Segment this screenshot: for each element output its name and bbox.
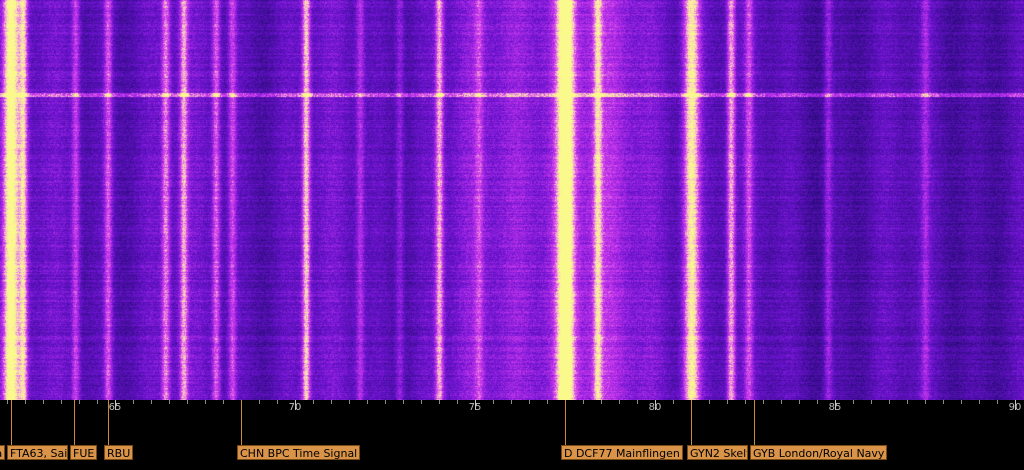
minor-tick bbox=[637, 400, 638, 404]
minor-tick bbox=[943, 400, 944, 404]
minor-tick bbox=[889, 400, 890, 404]
tick-label: 80 bbox=[648, 402, 662, 413]
minor-tick bbox=[853, 400, 854, 404]
minor-tick bbox=[871, 400, 872, 404]
minor-tick bbox=[781, 400, 782, 404]
minor-tick bbox=[205, 400, 206, 404]
minor-tick bbox=[187, 400, 188, 404]
tick-label: 85 bbox=[828, 402, 842, 413]
marker-line bbox=[691, 400, 692, 446]
minor-tick bbox=[277, 400, 278, 404]
minor-tick bbox=[511, 400, 512, 404]
minor-tick bbox=[619, 400, 620, 404]
minor-tick bbox=[709, 400, 710, 404]
minor-tick bbox=[529, 400, 530, 404]
minor-tick bbox=[331, 400, 332, 404]
minor-tick bbox=[349, 400, 350, 404]
marker-line bbox=[11, 400, 12, 446]
station-label[interactable]: RBU bbox=[104, 445, 134, 460]
marker-line bbox=[108, 400, 109, 446]
minor-tick bbox=[997, 400, 998, 404]
minor-tick bbox=[727, 400, 728, 404]
minor-tick bbox=[925, 400, 926, 404]
minor-tick bbox=[169, 400, 170, 404]
minor-tick bbox=[817, 400, 818, 404]
spectrogram-canvas[interactable] bbox=[0, 0, 1024, 400]
minor-tick bbox=[439, 400, 440, 404]
tick-label: 70 bbox=[288, 402, 302, 413]
station-label[interactable]: D DCF77 Mainflingen bbox=[561, 445, 683, 460]
station-label[interactable]: FUG La bbox=[0, 445, 5, 460]
station-label[interactable]: FTA63, Sain bbox=[7, 445, 68, 460]
minor-tick bbox=[43, 400, 44, 404]
minor-tick bbox=[493, 400, 494, 404]
minor-tick bbox=[367, 400, 368, 404]
station-label[interactable]: FUE bbox=[70, 445, 98, 460]
minor-tick bbox=[313, 400, 314, 404]
minor-tick bbox=[403, 400, 404, 404]
minor-tick bbox=[61, 400, 62, 404]
minor-tick bbox=[745, 400, 746, 404]
marker-line bbox=[241, 400, 242, 446]
minor-tick bbox=[907, 400, 908, 404]
tick-label: 65 bbox=[108, 402, 122, 413]
minor-tick bbox=[601, 400, 602, 404]
minor-tick bbox=[979, 400, 980, 404]
tick-label: 90 bbox=[1008, 402, 1022, 413]
marker-line bbox=[74, 400, 75, 446]
station-label[interactable]: GYB London/Royal Navy bbox=[750, 445, 888, 460]
minor-tick bbox=[223, 400, 224, 404]
minor-tick bbox=[133, 400, 134, 404]
marker-line bbox=[754, 400, 755, 446]
minor-tick bbox=[7, 400, 8, 404]
station-label[interactable]: GYN2 Skelt bbox=[687, 445, 748, 460]
minor-tick bbox=[385, 400, 386, 404]
minor-tick bbox=[457, 400, 458, 404]
minor-tick bbox=[583, 400, 584, 404]
station-label[interactable]: CHN BPC Time Signal bbox=[237, 445, 361, 460]
marker-line bbox=[565, 400, 566, 446]
minor-tick bbox=[547, 400, 548, 404]
minor-tick bbox=[259, 400, 260, 404]
minor-tick bbox=[763, 400, 764, 404]
tick-label: 75 bbox=[468, 402, 482, 413]
minor-tick bbox=[79, 400, 80, 404]
minor-tick bbox=[799, 400, 800, 404]
minor-tick bbox=[151, 400, 152, 404]
minor-tick bbox=[25, 400, 26, 404]
waterfall-display[interactable] bbox=[0, 0, 1024, 400]
minor-tick bbox=[961, 400, 962, 404]
minor-tick bbox=[97, 400, 98, 404]
minor-tick bbox=[673, 400, 674, 404]
minor-tick bbox=[421, 400, 422, 404]
